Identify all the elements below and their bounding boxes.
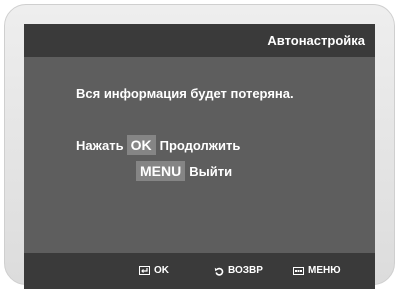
press-label: Нажать — [76, 137, 124, 153]
page-title: Автонастройка — [267, 33, 365, 48]
enter-icon — [139, 266, 150, 275]
hint-back[interactable]: ВОЗВР — [214, 265, 263, 276]
ok-key-button[interactable]: OK — [126, 135, 156, 155]
hint-ok-label: OK — [154, 265, 169, 276]
hint-ok[interactable]: OK — [139, 265, 169, 276]
exit-label: Выйти — [189, 163, 233, 179]
hint-back-label: ВОЗВР — [228, 265, 263, 276]
exit-row: MENU Выйти — [136, 161, 232, 181]
menu-key-button[interactable]: MENU — [136, 161, 186, 181]
osd-screen: Автонастройка Вся информация будет потер… — [24, 24, 375, 289]
continue-row: Нажать OK Продолжить — [76, 135, 240, 155]
hint-menu-label: МЕНЮ — [308, 265, 341, 276]
bottom-hint-bar: OK ВОЗВР МЕНЮ — [24, 253, 375, 289]
title-bar: Автонастройка — [24, 24, 375, 57]
return-icon — [214, 267, 224, 276]
hint-menu[interactable]: МЕНЮ — [293, 265, 341, 276]
warning-message: Вся информация будет потеряна. — [76, 86, 294, 101]
continue-label: Продолжить — [159, 137, 241, 153]
menu-icon — [293, 266, 304, 275]
